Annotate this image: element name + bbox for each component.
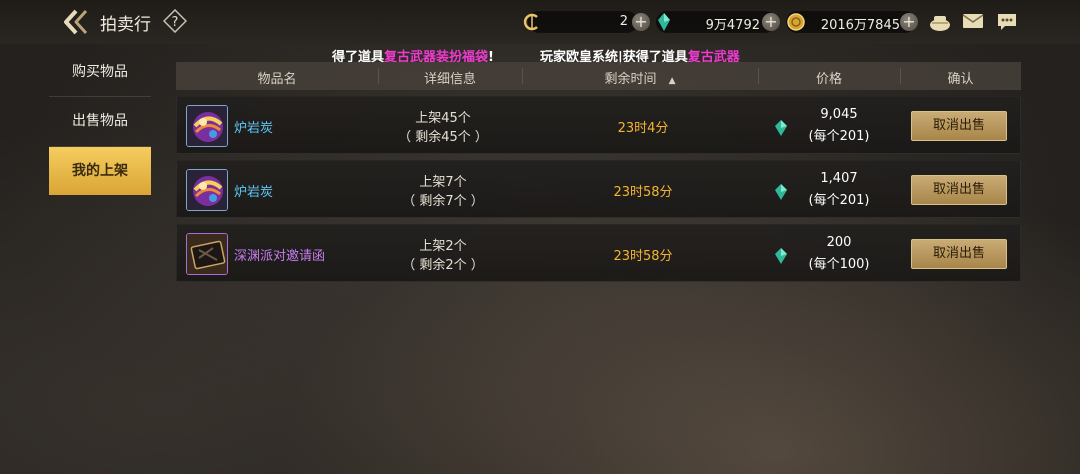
time-remaining: 23时58分 [613,249,673,264]
item-name: 深渊派对邀请函 [234,249,326,264]
gem-icon [656,12,672,36]
add-gold-button[interactable]: + [900,13,918,31]
item-name: 炉岩炭 [234,121,274,136]
time-remaining: 23时58分 [613,185,673,200]
unit-price: (每个201) [808,129,870,144]
item-name: 炉岩炭 [234,185,274,200]
table-row: 炉岩炭 上架7个 （ 剩余7个 ） 23时58分 1,407 (每个201) 取… [176,160,1021,218]
sidebar-item-sell[interactable]: 出售物品 [49,97,151,145]
table-row: 深渊派对邀请函 上架2个 （ 剩余2个 ） 23时58分 200 (每个100)… [176,224,1021,282]
table-row: 炉岩炭 上架45个 （ 剩余45个 ） 23时4分 9,045 (每个201) … [176,96,1021,154]
time-remaining: 23时4分 [617,121,669,136]
cancel-listing-button[interactable]: 取消出售 [911,239,1007,269]
add-coupon-button[interactable]: + [632,13,650,31]
total-price: 1,407 [820,171,858,186]
cancel-listing-button[interactable]: 取消出售 [911,111,1007,141]
lava-charcoal-item-icon[interactable] [186,105,228,147]
unit-price: (每个201) [808,193,870,208]
cancel-listing-button[interactable]: 取消出售 [911,175,1007,205]
sidebar-item-my-listings[interactable]: 我的上架 [49,147,151,195]
cauldron-icon[interactable] [928,10,952,38]
gem-value: 9万4792 [705,18,760,33]
total-price: 9,045 [820,107,858,122]
chat-icon[interactable] [996,11,1018,37]
listed-quantity: 上架45个 [415,111,471,126]
remaining-quantity: （ 剩余45个 ） [398,130,488,145]
listed-quantity: 上架7个 [419,175,467,190]
help-icon[interactable]: ? [162,8,188,34]
gem-icon [774,247,788,269]
col-header-details[interactable]: 详细信息 [378,68,522,87]
col-header-price[interactable]: 价格 [758,68,900,87]
gold-value: 2016万7845 [820,18,900,33]
col-header-time-left-label: 剩余时间 [604,72,657,87]
unit-price: (每个100) [808,257,870,272]
back-arrow-icon[interactable] [62,8,92,36]
col-header-time-left[interactable]: 剩余时间 ▲ [522,68,758,87]
gold-coin-icon [786,12,806,36]
listed-quantity: 上架2个 [419,239,467,254]
remaining-quantity: （ 剩余2个 ） [402,258,484,273]
svg-text:?: ? [172,15,179,30]
page-title: 拍卖行 [100,15,151,35]
remaining-quantity: （ 剩余7个 ） [402,194,484,209]
mail-icon[interactable] [962,12,984,34]
coupon-icon [522,12,542,36]
col-header-confirm: 确认 [947,72,974,87]
lava-charcoal-item-icon[interactable] [186,169,228,211]
sort-up-icon: ▲ [668,76,676,86]
total-price: 200 [826,235,852,250]
add-gem-button[interactable]: + [762,13,780,31]
table-header: 物品名 详细信息 剩余时间 ▲ 价格 确认 [176,62,1021,90]
col-header-item-name[interactable]: 物品名 [176,68,378,87]
sidebar-item-buy[interactable]: 购买物品 [49,48,151,96]
invitation-card-item-icon[interactable] [186,233,228,275]
gem-icon [774,183,788,205]
gem-icon [774,119,788,141]
coupon-value: 2 [619,14,628,29]
